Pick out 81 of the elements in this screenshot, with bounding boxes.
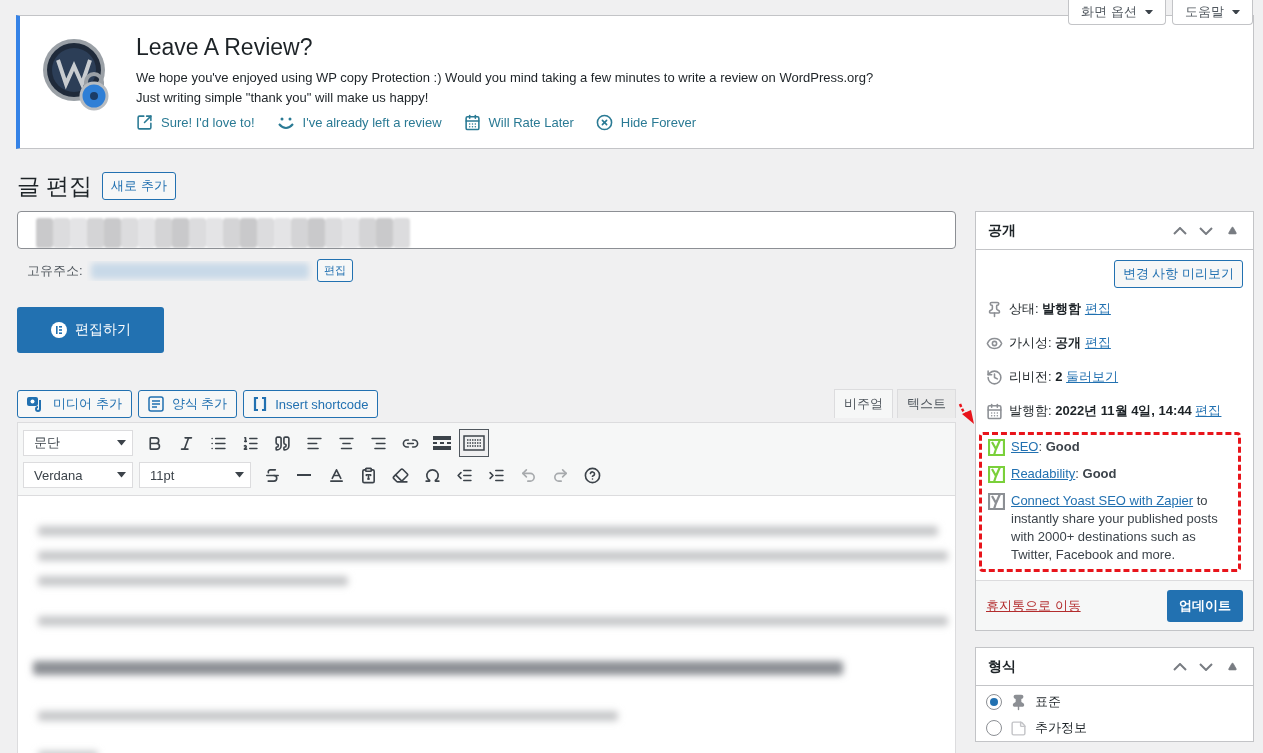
notice-text: Just writing simple "thank you" will make us happy! [136,90,430,105]
publish-status-text: 가시성: 공개 편집 [1009,334,1111,352]
promo-link[interactable]: Connect Yoast SEO with Zapier [1011,493,1194,508]
notice-text: We hope you've enjoyed using WP copy Protection :) Would you mind taking a few minutes to write a review on WordPress.org? [136,70,874,85]
notice-action-link[interactable]: Sure! I'd love to! [136,114,255,131]
shortcode-button[interactable]: Insert shortcode [243,390,379,418]
permalink-label: 고유주소: [27,261,83,280]
update-button[interactable]: 업데이트 [1167,589,1243,622]
caret-icon [117,440,126,446]
read-more-icon [433,436,451,450]
chevron-up-icon [1173,662,1187,671]
calendar-icon [986,402,1003,420]
trash-link[interactable]: 휴지통으로 이동 [986,596,1081,615]
keyboard-icon [463,435,485,451]
notice-action-link[interactable]: Hide Forever [595,114,696,131]
pin-icon [986,300,1003,318]
publish-status-text: 발행함: 2022년 11월 4일, 14:44 편집 [1009,402,1222,420]
calendar-icon [463,114,481,131]
editor-tab[interactable]: 비주얼 [834,389,893,418]
chevron-down-icon [1199,662,1213,671]
score-text: SEO: Good [1011,438,1080,456]
screen-meta-button[interactable]: 화면 옵션 [1068,0,1166,25]
add-media-button[interactable]: 미디어 추가 [17,390,132,418]
notice-action-link[interactable]: I've already left a review [276,114,442,131]
close-icon [595,114,613,131]
toolbar-dropdown[interactable]: 문단 [23,430,133,456]
publish-status-text: 리비전: 2 둘러보기 [1009,368,1119,386]
page-title: 글 편집 [17,171,93,201]
eraser-icon [391,466,409,484]
edit-link[interactable]: 편집 [1195,403,1222,418]
radio-button[interactable] [986,694,1002,710]
add-new-button[interactable]: 새로 추가 [102,172,176,200]
format-label: 표준 [1035,693,1061,711]
add-form-button[interactable]: 양식 추가 [137,390,238,418]
quote-icon [273,434,291,452]
brackets-icon [253,396,268,412]
numbered-list-icon [241,434,259,452]
edit-link[interactable]: 편집 [1084,301,1111,316]
toolbar-dropdown[interactable]: Verdana [23,462,133,488]
external-link-icon [136,114,153,131]
chevron-down-icon [1199,226,1213,235]
radio-button[interactable] [986,720,1002,736]
format-label: 추가정보 [1035,719,1087,737]
chevron-up-icon [1173,226,1187,235]
permalink-edit-button[interactable]: 편집 [316,259,353,282]
note-icon [1010,719,1027,737]
help-icon [583,466,601,484]
pointer-arrow [956,402,976,426]
toolbar-dropdown[interactable]: 11pt [139,462,251,488]
caret-icon [235,472,244,478]
strikethrough-icon [263,466,281,484]
history-icon [986,368,1003,386]
box-title: 공개 [988,221,1017,240]
redo-icon [551,466,569,484]
omega-icon [423,466,441,484]
form-icon [147,396,164,412]
publish-status-text: 상태: 발행함 편집 [1009,300,1111,318]
undo-icon [519,466,537,484]
smile-icon [276,115,295,130]
score-text: Readability: Good [1011,465,1117,483]
triangle-icon [1227,226,1237,235]
edit-link[interactable]: 둘러보기 [1066,369,1119,384]
toolbar-button[interactable] [459,429,489,457]
editor-tab[interactable]: 텍스트 [897,389,956,418]
box-title: 형식 [988,657,1017,676]
text-color-icon [327,466,345,484]
preview-button[interactable]: 변경 사항 미리보기 [1113,260,1243,288]
caret-icon [117,472,126,478]
horizontal-line-icon [297,474,311,476]
screen-meta-button[interactable]: 도움말 [1172,0,1253,25]
builder-edit-button[interactable]: 편집하기 [17,307,164,353]
promo-text: Connect Yoast SEO with Zapier to instantly share your published posts with 2000+ destinations such as Twitter, Facebook and more. [1011,492,1219,564]
notice-title: Leave A Review? [136,34,314,61]
triangle-icon [1227,662,1237,671]
title-field[interactable] [17,211,956,249]
paste-text-icon [359,466,377,484]
yoast-icon [988,492,1005,510]
edit-link[interactable]: 편집 [1084,335,1111,350]
builder-icon [50,322,67,338]
notice-action-link[interactable]: Will Rate Later [463,114,574,131]
pin-icon [1010,693,1027,711]
